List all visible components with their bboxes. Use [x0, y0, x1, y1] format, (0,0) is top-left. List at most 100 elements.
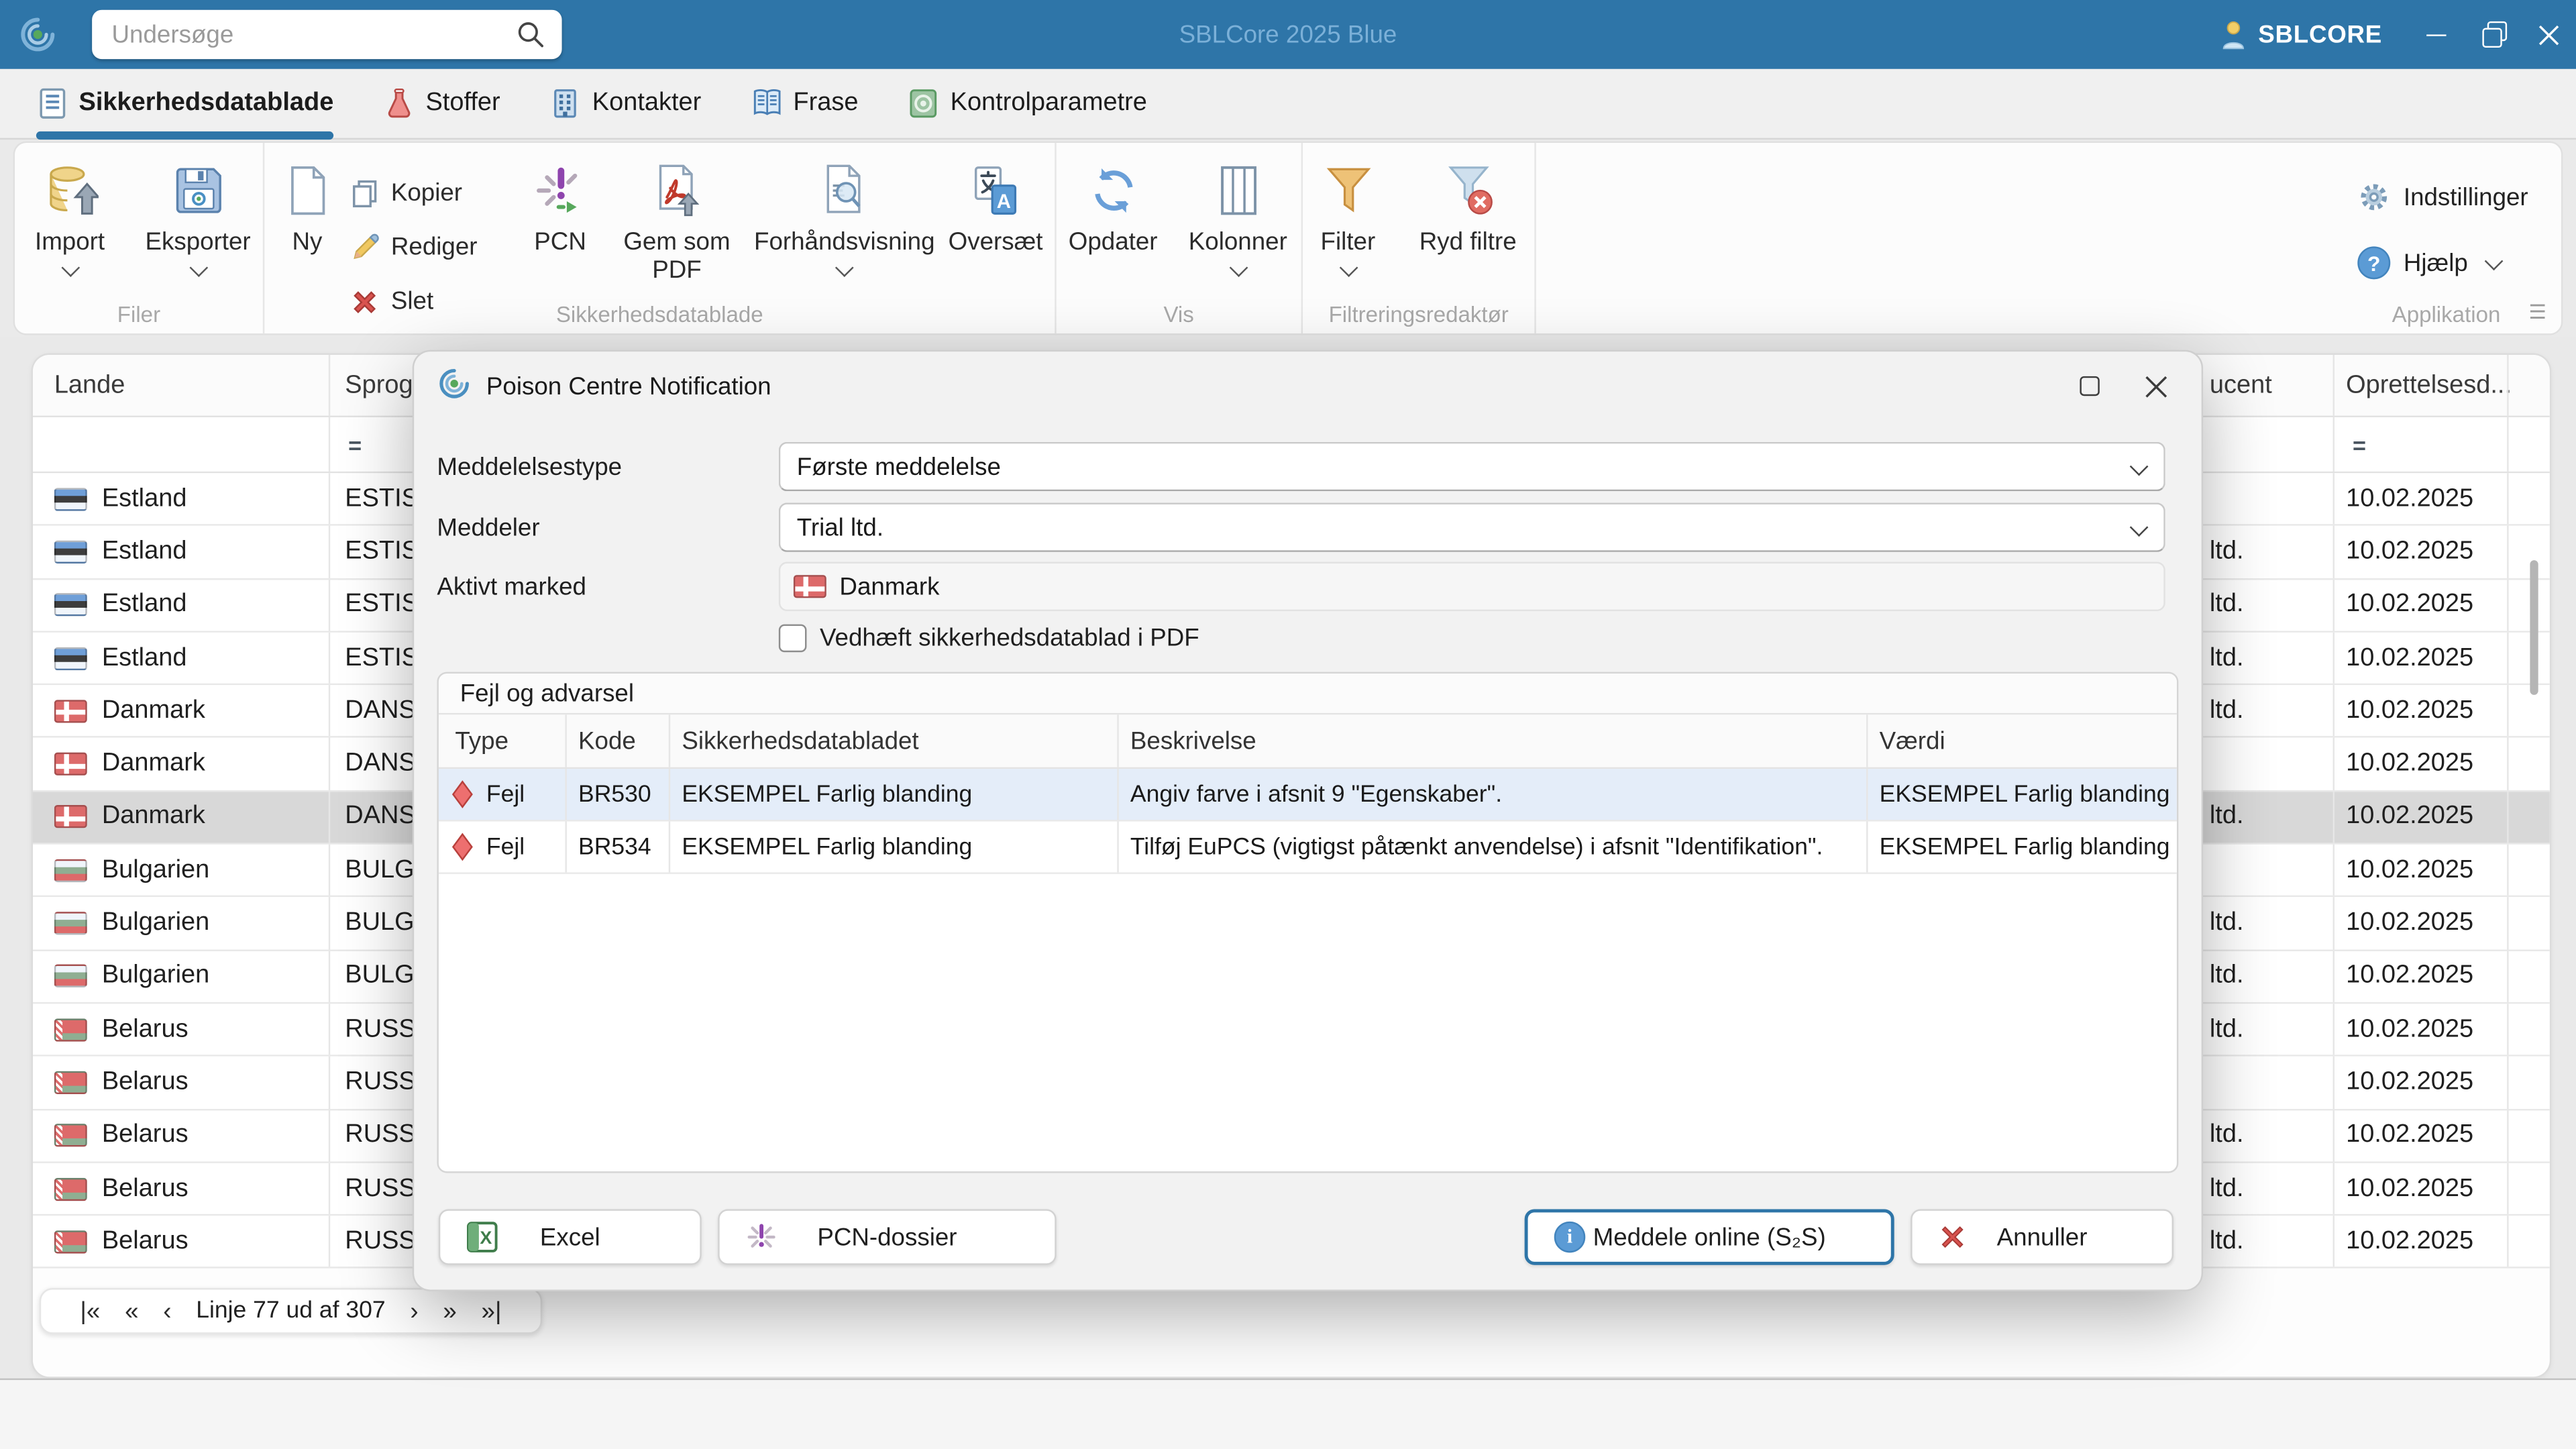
kolonner-button[interactable]: Kolonner: [1179, 153, 1297, 278]
minimize-button[interactable]: [2408, 0, 2464, 69]
error-vardi-cell: EKSEMPEL Farlig blanding: [1879, 833, 2170, 861]
pcn-button[interactable]: PCN: [515, 153, 606, 256]
meddelelsestype-select[interactable]: Første meddelelse: [778, 441, 2165, 492]
pdf-icon: [649, 160, 704, 222]
opdater-button[interactable]: Opdater: [1061, 153, 1166, 256]
close-button[interactable]: [2520, 0, 2576, 69]
dialog-maximize-button[interactable]: [2057, 352, 2123, 421]
ny-button[interactable]: Ny: [264, 153, 350, 256]
lande-cell: Danmark: [54, 792, 205, 843]
fast-prev-button[interactable]: «: [125, 1299, 138, 1324]
bg-flag-icon: [54, 859, 87, 882]
column-header-oprettelsesdato[interactable]: Oprettelsesd...: [2346, 355, 2512, 416]
rediger-button[interactable]: Rediger: [350, 220, 515, 274]
indstillinger-button[interactable]: Indstillinger: [2357, 176, 2528, 219]
window-title: SBLCore 2025 Blue: [1179, 20, 1397, 49]
search-input[interactable]: [92, 20, 516, 49]
account-brand[interactable]: SBLCORE: [2219, 19, 2383, 50]
pagination-label: Linje 77 ud af 307: [196, 1297, 386, 1324]
annuller-button[interactable]: Annuller: [1911, 1209, 2174, 1265]
error-diamond-icon: [451, 780, 473, 808]
eksporter-button[interactable]: Eksporter: [140, 153, 255, 278]
last-page-button[interactable]: »|: [482, 1299, 502, 1324]
aktivt-marked-field: Danmark: [778, 561, 2165, 612]
first-page-button[interactable]: |«: [80, 1299, 100, 1324]
import-button[interactable]: Import: [22, 153, 117, 278]
attach-pdf-row: Vedhæft sikkerhedsdatablad i PDF: [778, 624, 1199, 653]
ryd-filtre-button[interactable]: Ryd filtre: [1404, 153, 1532, 256]
column-header-lande[interactable]: Lande: [54, 355, 125, 416]
errors-column-type[interactable]: Type: [455, 714, 508, 767]
vertical-scrollbar[interactable]: [2530, 560, 2538, 695]
ribbon-toolbar: Import Eksporter Filer Ny Kopier Rediger…: [13, 141, 2563, 335]
clear-filter-icon: [1440, 160, 1496, 222]
next-button[interactable]: ›: [410, 1299, 418, 1324]
excel-button[interactable]: X Excel: [438, 1209, 702, 1265]
dato-cell: 10.02.2025: [2346, 1120, 2474, 1149]
tab-label: Stoffer: [425, 89, 500, 117]
producent-cell: ltd.: [2209, 590, 2244, 619]
pcn-dossier-button[interactable]: PCN-dossier: [718, 1209, 1057, 1265]
error-row[interactable]: Fejl BR534 EKSEMPEL Farlig blanding Tilføj …: [438, 821, 2177, 874]
dialog-close-button[interactable]: [2123, 352, 2188, 421]
chevron-down-icon: [1228, 258, 1248, 278]
lande-cell: Belarus: [54, 1110, 189, 1161]
translate-icon: A: [967, 160, 1023, 222]
bg-flag-icon: [54, 912, 87, 935]
errors-column-kode[interactable]: Kode: [578, 714, 636, 767]
dato-cell: 10.02.2025: [2346, 749, 2474, 777]
dialog-logo-icon: [437, 366, 471, 407]
tab-stoffer[interactable]: Stoffer: [383, 69, 500, 138]
tab-kontakter[interactable]: Kontakter: [549, 69, 701, 138]
forhaandsvisning-button[interactable]: Forhåndsvisning: [747, 153, 941, 278]
lande-cell: Belarus: [54, 1163, 189, 1215]
lande-cell: Bulgarien: [54, 845, 209, 896]
errors-column-beskrivelse[interactable]: Beskrivelse: [1130, 714, 1256, 767]
global-search: [92, 9, 562, 60]
meddele-online-button[interactable]: i Meddele online (S₂S): [1524, 1209, 1894, 1265]
tab-kontrolparametre[interactable]: Kontrolparametre: [908, 69, 1147, 138]
tab-sikkerhedsdatablade[interactable]: Sikkerhedsdatablade: [36, 69, 334, 140]
control-parameters-icon: [908, 87, 941, 120]
oversaet-button[interactable]: A Oversæt: [941, 153, 1050, 256]
lande-cell: Bulgarien: [54, 898, 209, 949]
restore-button[interactable]: [2464, 0, 2520, 69]
database-import-icon: [42, 160, 98, 222]
attach-pdf-checkbox[interactable]: [778, 624, 807, 653]
producent-cell: ltd.: [2209, 643, 2244, 672]
info-icon: i: [1554, 1221, 1586, 1253]
producent-cell: ltd.: [2209, 961, 2244, 990]
errors-column-sdb[interactable]: Sikkerhedsdatabladet: [682, 714, 918, 767]
column-header-sprog[interactable]: Sprog: [345, 355, 413, 416]
filter-equals-icon[interactable]: =: [2353, 417, 2366, 472]
hjaelp-button[interactable]: ? Hjælp: [2357, 241, 2528, 284]
pcn-icon: [532, 160, 588, 222]
gem-som-pdf-button[interactable]: Gem som PDF: [606, 153, 748, 284]
producent-cell: ltd.: [2209, 1173, 2244, 1202]
errors-column-vardi[interactable]: Værdi: [1880, 714, 1945, 767]
fast-next-button[interactable]: »: [443, 1299, 456, 1324]
meddeler-label: Meddeler: [437, 513, 540, 541]
tab-label: Sikkerhedsdatablade: [78, 89, 334, 117]
error-kode-cell: BR530: [578, 781, 651, 808]
ee-flag-icon: [54, 593, 87, 616]
dato-cell: 10.02.2025: [2346, 1014, 2474, 1043]
chevron-down-icon: [2129, 457, 2149, 476]
tab-frase[interactable]: Frase: [751, 69, 858, 138]
search-icon[interactable]: [516, 19, 545, 49]
dk-flag-icon: [54, 699, 87, 723]
titlebar-right: SBLCORE: [2219, 0, 2576, 69]
column-header-producent[interactable]: ucent: [2210, 355, 2272, 416]
error-row[interactable]: Fejl BR530 EKSEMPEL Farlig blanding Angiv f…: [438, 769, 2177, 822]
prev-button[interactable]: ‹: [163, 1299, 171, 1324]
group-options-icon[interactable]: ☰: [2529, 301, 2546, 323]
chevron-down-icon: [60, 258, 79, 278]
excel-button-label: Excel: [539, 1223, 600, 1251]
ribbon-spacer: [1536, 143, 2331, 333]
meddeler-select[interactable]: Trial ltd.: [778, 502, 2165, 552]
filter-equals-icon[interactable]: =: [348, 417, 362, 472]
filter-button[interactable]: Filter: [1305, 153, 1391, 278]
kopier-button[interactable]: Kopier: [350, 166, 515, 220]
error-vardi-cell: EKSEMPEL Farlig blanding: [1879, 781, 2170, 808]
lande-cell: Belarus: [54, 1216, 189, 1268]
